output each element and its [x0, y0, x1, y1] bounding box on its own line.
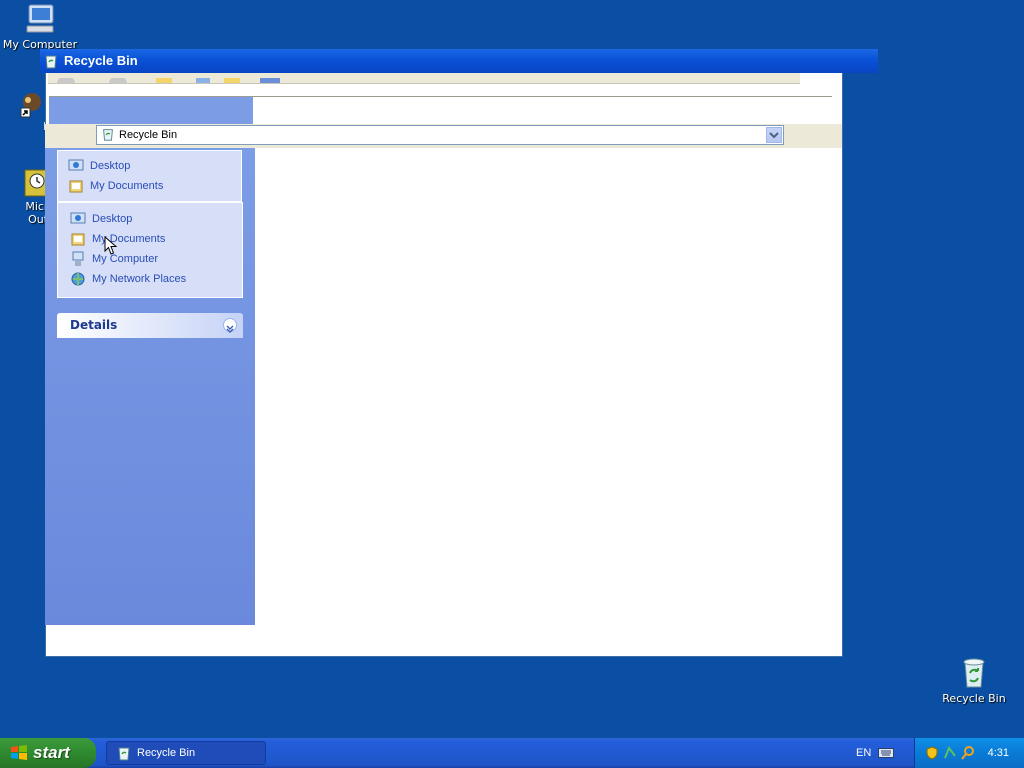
other-places-panel: Desktop My Documents My Computer My Netw…	[57, 202, 243, 298]
clock: 4:31	[987, 747, 1009, 759]
desktop-icon-label: Recycle Bin	[942, 692, 1006, 705]
expand-button[interactable]	[223, 318, 237, 333]
link-label: My Computer	[92, 253, 159, 265]
window-footer	[46, 625, 255, 656]
mouse-cursor-icon	[104, 236, 118, 255]
network-connection-icon[interactable]	[943, 746, 957, 760]
taskbar: start Recycle Bin EN 4:31	[0, 738, 1024, 768]
mypaint-shortcut-icon	[20, 93, 41, 118]
desktop-icon	[68, 159, 84, 171]
recycle-bin-icon	[118, 747, 130, 761]
chevron-down-icon	[769, 132, 779, 139]
my-network-places-icon	[71, 272, 85, 286]
link-label: My Network Places	[92, 273, 187, 285]
taskbar-button-recycle-bin[interactable]: Recycle Bin	[106, 741, 266, 765]
pane-strip	[49, 97, 253, 125]
chevron-double-down-icon	[226, 325, 234, 333]
link-label: My Documents	[92, 233, 166, 245]
my-computer-icon	[72, 251, 84, 266]
windows-logo-icon	[11, 745, 27, 760]
address-input[interactable]: Recycle Bin	[96, 125, 784, 145]
keyboard-icon[interactable]	[878, 747, 894, 759]
link-label: My Documents	[90, 180, 164, 192]
window-title: Recycle Bin	[64, 53, 138, 68]
system-tray: 4:31	[914, 738, 1024, 768]
recycle-bin-icon	[103, 129, 113, 141]
toolbar-buttons-icon	[57, 75, 280, 83]
file-list-area[interactable]	[255, 148, 842, 656]
link-label: Desktop	[92, 213, 133, 225]
my-computer-icon	[26, 4, 54, 33]
my-documents-icon	[69, 180, 83, 193]
desktop-icon-recycle-bin[interactable]: Recycle Bin	[934, 656, 1014, 705]
recycle-bin-icon	[45, 55, 57, 69]
language-indicator[interactable]: EN	[856, 738, 871, 768]
address-dropdown-button[interactable]	[766, 127, 782, 143]
taskbar-button-label: Recycle Bin	[137, 747, 196, 759]
toolbar-band	[49, 96, 832, 125]
window-titlebar[interactable]: Recycle Bin	[40, 49, 878, 73]
desktop-icon-my-computer[interactable]: My Computer	[0, 2, 80, 51]
my-documents-icon	[71, 233, 85, 246]
address-value: Recycle Bin	[119, 129, 178, 141]
recycle-bin-icon	[963, 658, 985, 688]
start-label: start	[33, 743, 70, 762]
security-shield-icon[interactable]	[925, 746, 939, 760]
toolbar	[48, 73, 800, 84]
details-title: Details	[70, 318, 118, 332]
task-panel-top: Desktop My Documents	[57, 150, 242, 202]
details-panel-header[interactable]: Details	[57, 313, 243, 338]
address-bar: Recycle Bin	[45, 124, 842, 149]
link-label: Desktop	[90, 160, 131, 172]
search-icon[interactable]	[961, 746, 975, 760]
desktop-icon	[70, 212, 86, 224]
start-button[interactable]: start	[0, 738, 96, 768]
